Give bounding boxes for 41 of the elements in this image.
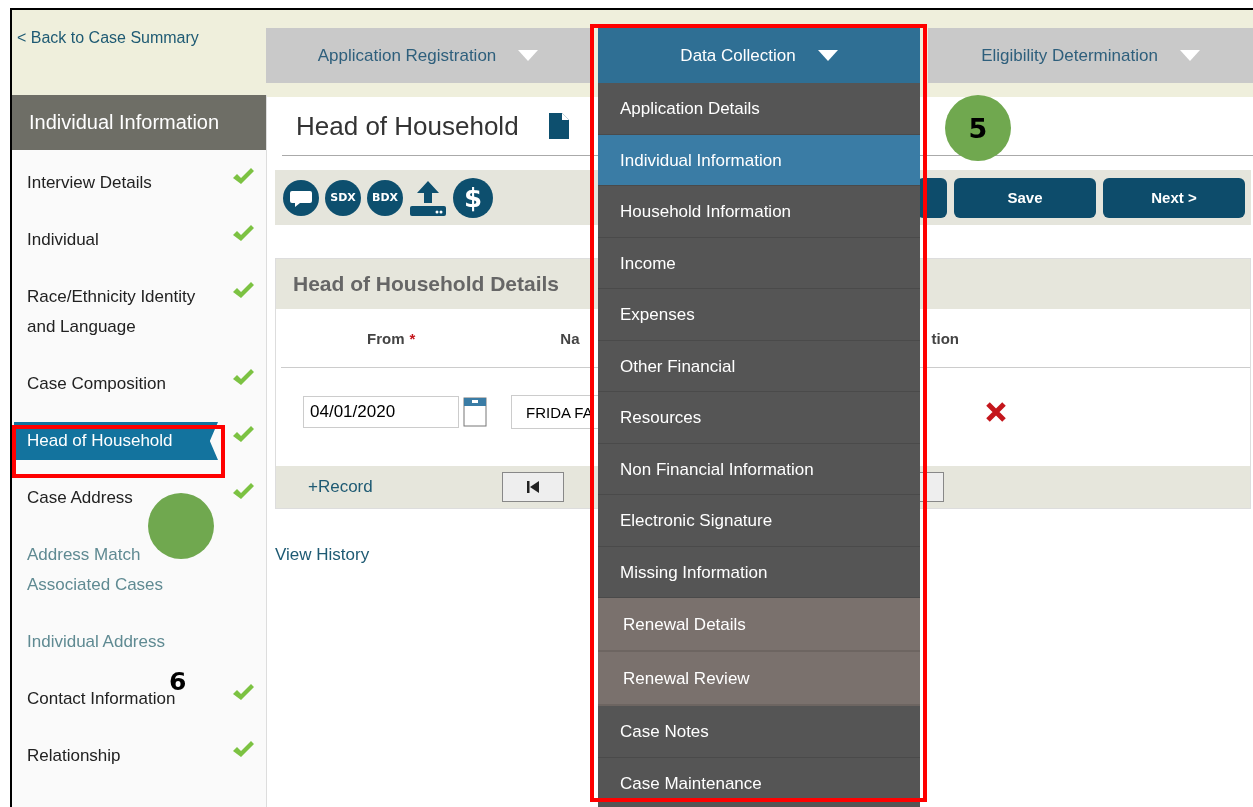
nav-tab[interactable]: Eligibility Determination [928,28,1253,83]
callout-number: 6 [169,667,187,696]
menu-item[interactable]: Individual Information [598,134,920,186]
menu-item[interactable]: Non Financial Information [598,443,920,495]
menu-item[interactable]: Income [598,237,920,289]
menu-item[interactable]: Household Information [598,186,920,238]
sidebar-item[interactable]: Interview Details [14,168,218,198]
sidebar-item[interactable]: Individual [14,225,218,255]
toolbar-icon-button[interactable]: BDX [367,179,403,216]
sidebar-item[interactable]: Relationship [14,741,218,771]
toolbar-icon-button[interactable]: $ [453,177,493,218]
sidebar-item[interactable]: Race/Ethnicity Identity and Language [14,282,218,342]
column-header: Na [560,329,580,347]
sidebar-title: Individual Information [12,95,266,150]
column-header: From * [367,329,416,347]
nav-tab[interactable]: Application Registration [266,28,590,83]
sidebar-item[interactable]: Case Address [14,483,218,513]
sidebar-item[interactable]: Individual Address [14,627,218,657]
menu-item[interactable]: Case Notes [598,706,920,758]
menu-item[interactable]: Renewal Details [598,598,920,652]
back-link[interactable]: < Back to Case Summary [17,29,199,46]
menu-item[interactable]: Other Financial [598,340,920,392]
menu-item[interactable]: Application Details [598,83,920,135]
nav-tab[interactable]: Data Collection [598,28,920,83]
menu-item[interactable]: Expenses [598,289,920,341]
sidebar-item[interactable]: Address Match Associated Cases [14,540,218,600]
toolbar-button[interactable]: Save [954,177,1096,218]
menu-item[interactable]: Case Maintenance [598,757,920,807]
add-record-link[interactable]: +Record [308,477,502,497]
page-title: Head of Household [296,110,519,142]
menu-item[interactable]: Renewal Review [598,652,920,706]
sidebar-item[interactable]: Case Composition [14,369,218,399]
menu-item[interactable]: Electronic Signature [598,495,920,547]
menu-item[interactable]: Resources [598,392,920,444]
callout-marker: 5 [945,95,1011,161]
column-header: tion [931,329,960,347]
required-mark: * [409,329,416,347]
date-field[interactable]: 04/01/2020 [303,396,459,428]
toolbar-button[interactable]: Next > [1103,177,1245,218]
view-history-link[interactable]: View History [275,545,370,565]
toolbar-icon-button[interactable]: SDX [325,179,361,216]
